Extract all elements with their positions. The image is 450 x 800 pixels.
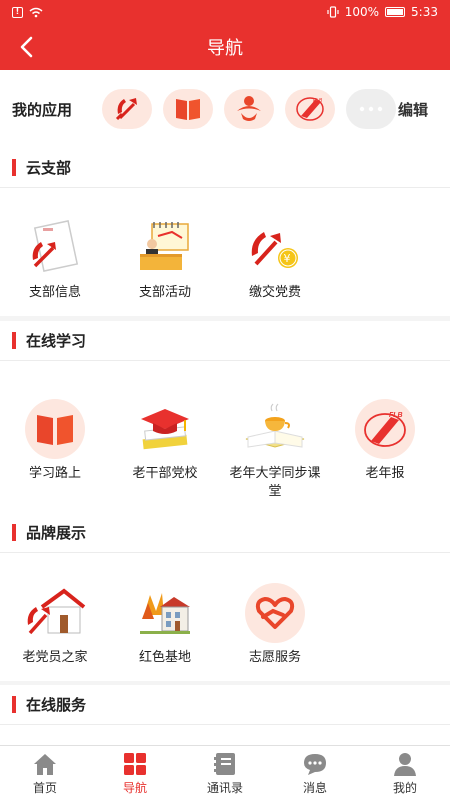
section-grid-brand-showcase: 老党员之家 红色基地 志愿服务 <box>0 553 450 681</box>
party-emblem-icon[interactable] <box>102 89 152 129</box>
tile-label: 老年报 <box>365 466 405 481</box>
tile-red-base[interactable]: 红色基地 <box>110 581 220 667</box>
tile-label: 缴交党费 <box>248 285 301 300</box>
graduation-cap-icon <box>130 397 200 461</box>
meeting-podium-icon <box>130 216 200 280</box>
svg-text:FLB: FLB <box>389 412 403 419</box>
my-apps-label: 我的应用 <box>12 100 73 119</box>
top-nav-bar: 导航 <box>0 24 450 70</box>
tile-label: 老党员之家 <box>22 650 88 665</box>
section-accent-bar <box>12 524 16 541</box>
status-bar: ! 100% 5:33 <box>0 0 450 24</box>
alert-icon: ! <box>12 6 23 18</box>
back-arrow-icon[interactable] <box>14 34 40 60</box>
section-grid-online-learning: 学习路上 老干部党校 老年大学同步课堂 FLB 老年报 <box>0 361 450 513</box>
tab-label: 首页 <box>32 780 57 795</box>
section-accent-bar <box>12 159 16 176</box>
tea-book-icon <box>240 397 310 461</box>
tab-label: 我的 <box>392 780 417 795</box>
tile-senior-newspaper[interactable]: FLB 老年报 <box>330 397 440 483</box>
heart-hand-icon <box>240 581 310 645</box>
section-header-online-learning: 在线学习 <box>0 321 450 361</box>
chat-bubble-icon <box>301 751 329 777</box>
wifi-icon <box>29 7 43 17</box>
tab-home[interactable]: 首页 <box>0 746 90 800</box>
tab-label: 通讯录 <box>206 780 243 795</box>
tab-contacts[interactable]: 通讯录 <box>180 746 270 800</box>
grid-icon <box>121 751 149 777</box>
section-title: 云支部 <box>26 159 72 177</box>
party-fee-icon: ¥ <box>240 216 310 280</box>
tile-party-fee[interactable]: ¥ 缴交党费 <box>220 216 330 302</box>
section-grid-cloud-branch: 支部信息 支部活动 ¥ 缴交党费 <box>0 188 450 316</box>
tile-cadre-school[interactable]: 老干部党校 <box>110 397 220 483</box>
section-header-online-service: 在线服务 <box>0 685 450 725</box>
section-accent-bar <box>12 696 16 713</box>
section-header-brand-showcase: 品牌展示 <box>0 513 450 553</box>
tab-navigation[interactable]: 导航 <box>90 746 180 800</box>
tile-branch-info[interactable]: 支部信息 <box>0 216 110 302</box>
party-house-icon <box>20 581 90 645</box>
tab-messages[interactable]: 消息 <box>270 746 360 800</box>
battery-icon <box>385 7 406 17</box>
tile-label: 红色基地 <box>138 650 191 665</box>
section-accent-bar <box>12 332 16 349</box>
more-dots-icon[interactable] <box>346 89 396 129</box>
section-title: 品牌展示 <box>26 524 87 542</box>
newspaper-logo-icon: FLB <box>350 397 420 461</box>
tile-label: 老年大学同步课堂 <box>229 466 321 499</box>
autumn-building-icon <box>130 581 200 645</box>
tab-label: 消息 <box>302 780 327 795</box>
party-document-icon <box>20 216 90 280</box>
book-icon <box>20 397 90 461</box>
battery-percent: 100% <box>344 5 380 19</box>
person-emblem-icon[interactable] <box>224 89 274 129</box>
my-apps-row: 我的应用 FLB 编辑 <box>0 70 450 148</box>
tile-party-home[interactable]: 老党员之家 <box>0 581 110 667</box>
section-title: 在线学习 <box>26 332 87 350</box>
tile-branch-activity[interactable]: 支部活动 <box>110 216 220 302</box>
section-header-cloud-branch: 云支部 <box>0 148 450 188</box>
section-grid-online-service <box>0 725 450 745</box>
page-title: 导航 <box>207 38 243 59</box>
svg-text:¥: ¥ <box>284 252 291 265</box>
vibrate-icon <box>327 6 339 18</box>
section-title: 在线服务 <box>26 696 87 714</box>
bottom-tab-bar: 首页 导航 通讯录 消息 我的 <box>0 745 450 800</box>
tile-volunteer[interactable]: 志愿服务 <box>220 581 330 667</box>
edit-button[interactable]: 编辑 <box>398 99 428 120</box>
contacts-book-icon <box>211 751 239 777</box>
tab-mine[interactable]: 我的 <box>360 746 450 800</box>
tile-label: 支部信息 <box>28 285 81 300</box>
tile-study-road[interactable]: 学习路上 <box>0 397 110 483</box>
newspaper-logo-icon[interactable]: FLB <box>285 89 335 129</box>
tile-label: 支部活动 <box>138 285 191 300</box>
clock: 5:33 <box>411 5 438 19</box>
book-icon[interactable] <box>163 89 213 129</box>
tile-senior-university[interactable]: 老年大学同步课堂 <box>220 397 330 501</box>
tile-label: 老干部党校 <box>132 466 198 481</box>
user-icon <box>391 751 419 777</box>
tab-label: 导航 <box>122 780 147 795</box>
tile-label: 学习路上 <box>28 466 81 481</box>
home-icon <box>31 751 59 777</box>
tile-label: 志愿服务 <box>248 650 301 665</box>
svg-text:FLB: FLB <box>313 98 323 104</box>
